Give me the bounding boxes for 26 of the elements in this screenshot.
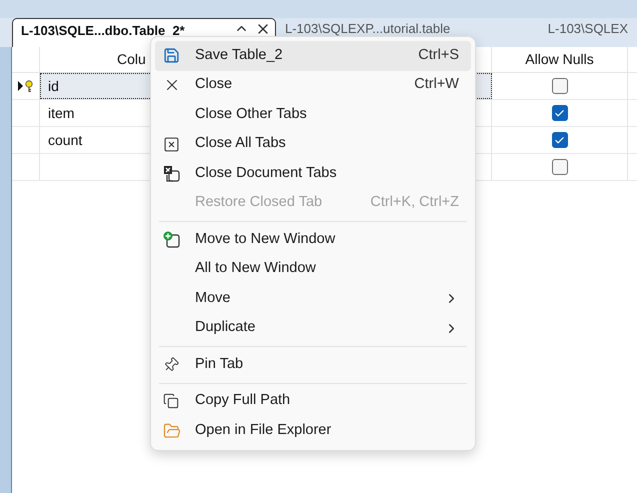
menu-item[interactable]: Save Table_2 Ctrl+S bbox=[155, 41, 471, 70]
menu-item[interactable]: Pin Tab bbox=[155, 350, 471, 380]
save-icon bbox=[163, 47, 180, 64]
new-window-icon bbox=[163, 230, 181, 249]
folder-icon bbox=[163, 422, 181, 440]
menu-item[interactable]: Close Document Tabs bbox=[155, 159, 471, 188]
close-documents-icon bbox=[163, 164, 181, 183]
document-tab[interactable]: L-103\SQLEX bbox=[538, 18, 637, 47]
menu-item[interactable]: Move to New Window bbox=[155, 225, 471, 254]
menu-item[interactable]: Copy Full Path bbox=[155, 386, 471, 416]
column-header: Allow Nulls bbox=[525, 50, 594, 69]
menu-item[interactable]: Move bbox=[155, 284, 471, 314]
column-header: Colu bbox=[117, 50, 146, 69]
check-icon bbox=[554, 108, 565, 118]
primary-key-icon bbox=[18, 80, 34, 92]
checkbox[interactable] bbox=[552, 159, 568, 175]
menu-item[interactable]: Duplicate bbox=[155, 314, 471, 343]
close-all-icon bbox=[163, 136, 180, 153]
menu-item[interactable]: Close Ctrl+W bbox=[155, 70, 471, 100]
checkbox[interactable] bbox=[552, 105, 568, 121]
copy-icon bbox=[163, 393, 179, 410]
checkbox[interactable] bbox=[552, 132, 568, 148]
menu-item[interactable]: All to New Window bbox=[155, 254, 471, 284]
check-icon bbox=[554, 134, 565, 146]
checkbox[interactable] bbox=[552, 78, 568, 94]
menu-item[interactable]: Open in File Explorer bbox=[155, 416, 471, 446]
